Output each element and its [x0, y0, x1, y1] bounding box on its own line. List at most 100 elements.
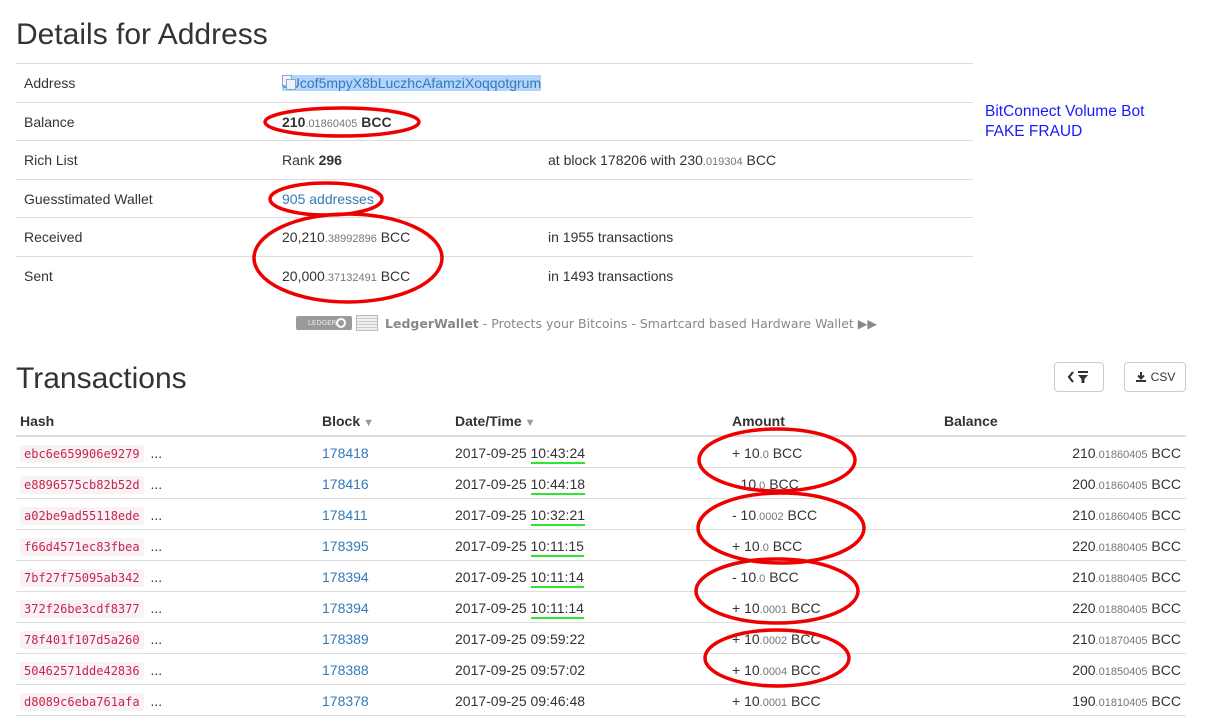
tx-balance-unit: BCC [1147, 631, 1181, 647]
balance-value: 210.01860405 BCC [282, 114, 392, 130]
received-int: 20,210 [282, 229, 325, 245]
tx-balance-dec: .01870405 [1095, 635, 1148, 647]
received-tx-count: in 1955 transactions [548, 229, 674, 245]
rank-number: 296 [318, 152, 342, 168]
address-value-wrap: 8Ucof5mpyX8bLuczhcAfamziXoqqotgrum [282, 75, 567, 91]
transactions-table: Hash Block ▼ Date/Time ▼ Amount Balance eb… [16, 404, 1186, 716]
tx-date: 2017-09-25 [455, 445, 531, 461]
tx-hash-ellipsis: ... [146, 538, 163, 554]
sent-unit: BCC [376, 267, 411, 284]
tx-hash-link[interactable]: 78f401f107d5a260 [20, 631, 144, 649]
tx-balance: 190.01810405 BCC [1072, 693, 1181, 709]
sent-value: 20,000.37132491 BCC [282, 268, 410, 284]
tx-amount-unit: BCC [765, 569, 799, 585]
tx-block-link[interactable]: 178394 [322, 600, 369, 616]
tx-hash-cell: 7bf27f75095ab342 ... [20, 569, 162, 587]
sort-down-icon[interactable]: ▼ [363, 417, 374, 429]
received-dec: .38992896 [324, 233, 377, 245]
copy-icon[interactable] [555, 78, 567, 91]
tx-balance-int: 210 [1072, 631, 1096, 647]
tx-amount-unit: BCC [768, 445, 803, 461]
tx-hash-link[interactable]: 7bf27f75095ab342 [20, 569, 144, 587]
tx-balance: 220.01880405 BCC [1072, 600, 1181, 616]
tx-balance-dec: .01860405 [1095, 480, 1148, 492]
tx-hash-link[interactable]: ebc6e659906e9279 [20, 445, 144, 463]
tx-amount: - 10.0 BCC [732, 569, 799, 585]
tx-block-link[interactable]: 178411 [322, 507, 368, 523]
rich-list-block-info: at block 178206 with 230.019304 BCC [548, 152, 776, 168]
tx-block-link[interactable]: 178418 [322, 445, 369, 461]
download-icon [1135, 372, 1146, 382]
tx-block-link[interactable]: 178389 [322, 631, 369, 647]
tx-datetime: 2017-09-25 09:46:48 [455, 693, 585, 709]
tx-date: 2017-09-25 [455, 569, 531, 585]
tx-amount-unit: BCC [787, 600, 821, 616]
tx-balance: 220.01880405 BCC [1072, 538, 1181, 554]
tx-balance-int: 210 [1072, 507, 1096, 523]
tx-block-link[interactable]: 178388 [322, 662, 369, 678]
tx-block-link[interactable]: 178416 [322, 476, 369, 492]
sent-label: Sent [24, 267, 53, 284]
tx-hash-ellipsis: ... [146, 693, 163, 709]
tx-balance-unit: BCC [1147, 569, 1181, 585]
table-row: 50462571dde42836 ... 178388 2017-09-25 09:… [16, 654, 1186, 685]
balance-int: 210 [282, 113, 306, 130]
wallet-row: Guesstimated Wallet 905 addresses [16, 178, 973, 218]
csv-download-button[interactable]: CSV [1124, 362, 1186, 392]
tx-hash-link[interactable]: d8089c6eba761afa [20, 693, 144, 711]
tx-time: 10:32:21 [530, 507, 586, 526]
annotation-line-2: FAKE FRAUD [985, 123, 1083, 140]
tx-balance-unit: BCC [1147, 476, 1181, 492]
tx-hash-link[interactable]: e8896575cb82b52d [20, 476, 144, 494]
tx-hash-cell: d8089c6eba761afa ... [20, 693, 163, 711]
ledger-name: LedgerWallet [385, 315, 479, 331]
tx-hash-link[interactable]: f66d4571ec83fbea [20, 538, 144, 556]
tx-hash-link[interactable]: 50462571dde42836 [20, 662, 144, 680]
tx-balance: 210.01860405 BCC [1072, 507, 1181, 523]
tx-hash-cell: e8896575cb82b52d ... [20, 476, 162, 494]
tx-block-link[interactable]: 178395 [322, 538, 369, 554]
tx-balance-int: 190 [1072, 693, 1096, 709]
tx-hash-cell: a02be9ad55118ede ... [20, 507, 162, 525]
tx-hash-link[interactable]: 372f26be3cdf8377 [20, 600, 144, 618]
transactions-title: Transactions [16, 362, 187, 395]
col-date[interactable]: Date/Time ▼ [455, 413, 536, 429]
rich-list-extra-prefix: at block 178206 with 230 [548, 152, 703, 168]
fraud-annotation: BitConnect Volume Bot FAKE FRAUD [985, 102, 1144, 142]
table-row: a02be9ad55118ede ... 178411 2017-09-25 10:… [16, 499, 1186, 530]
tx-datetime: 2017-09-25 10:11:14 [455, 569, 584, 588]
sort-down-icon[interactable]: ▼ [525, 417, 536, 429]
tx-balance-dec: .01880405 [1095, 573, 1148, 585]
rich-list-extra-dec: .019304 [702, 156, 743, 168]
address-value[interactable]: 8Ucof5mpyX8bLuczhcAfamziXoqqotgrum [282, 75, 542, 91]
tx-block-link[interactable]: 178378 [322, 693, 369, 709]
rich-list-label: Rich List [24, 152, 78, 168]
tx-block-link[interactable]: 178394 [322, 569, 369, 585]
tx-balance-unit: BCC [1147, 445, 1181, 461]
sent-row: Sent 20,000.37132491 BCC in 1493 transac… [16, 255, 973, 295]
tx-balance-unit: BCC [1147, 538, 1181, 554]
tx-time: 10:11:14 [530, 600, 584, 619]
tx-balance-dec: .01880405 [1095, 604, 1148, 616]
filter-icon [1067, 371, 1088, 383]
tx-hash-ellipsis: ... [146, 662, 163, 678]
table-row: 372f26be3cdf8377 ... 178394 2017-09-25 10:… [16, 592, 1186, 623]
sent-int: 20,000 [282, 267, 325, 284]
table-row: d8089c6eba761afa ... 178378 2017-09-25 09:… [16, 685, 1186, 716]
ledger-banner[interactable]: LEDGER LedgerWallet - Protects your Bitc… [296, 314, 877, 332]
sent-dec: .37132491 [324, 271, 377, 284]
tx-hash-ellipsis: ... [146, 445, 163, 461]
tx-hash-link[interactable]: a02be9ad55118ede [20, 507, 144, 525]
filter-toggle-button[interactable] [1054, 362, 1104, 392]
col-block[interactable]: Block ▼ [322, 413, 374, 429]
tx-balance-dec: .01810405 [1095, 697, 1148, 709]
tx-time: 10:11:14 [530, 569, 584, 588]
tx-hash-cell: ebc6e659906e9279 ... [20, 445, 163, 463]
tx-date: 2017-09-25 [455, 693, 531, 709]
wallet-label: Guesstimated Wallet [24, 190, 153, 207]
tx-amount-unit: BCC [787, 693, 821, 709]
wallet-addresses-link[interactable]: 905 addresses [282, 191, 374, 207]
tx-time: 10:43:24 [530, 445, 586, 464]
tx-balance: 210.01870405 BCC [1072, 631, 1181, 647]
tx-balance-int: 200 [1072, 476, 1096, 492]
